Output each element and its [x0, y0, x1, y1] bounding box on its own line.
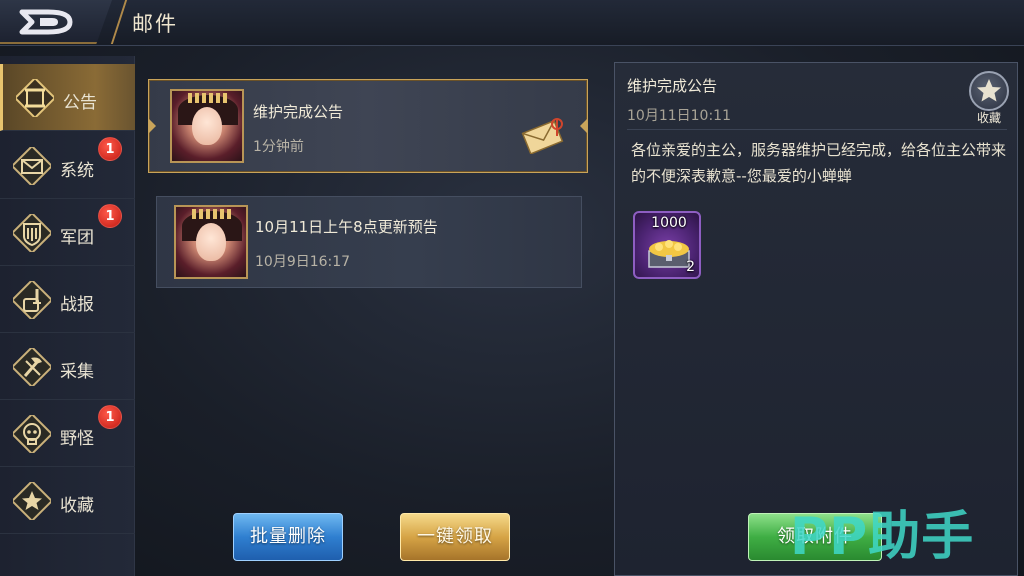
favorite-label: 收藏 [976, 111, 1001, 125]
skull-icon [13, 415, 51, 453]
batch-delete-button[interactable]: 批量删除 [233, 513, 343, 561]
notification-badge: 1 [98, 405, 122, 429]
sidebar-item-announcement[interactable]: 公告 [0, 64, 135, 131]
sidebar-item-monster[interactable]: 野怪 1 [0, 400, 135, 467]
sidebar-item-label: 采集 [60, 362, 94, 382]
mail-time: 10月9日16:17 [255, 254, 351, 270]
star-icon [13, 482, 51, 520]
top-bar: 邮件 [0, 0, 1024, 46]
sidebar-item-label: 公告 [63, 93, 97, 113]
reward-count: 2 [686, 259, 695, 275]
sidebar-item-legion[interactable]: 军团 1 [0, 199, 135, 266]
shield-icon [13, 214, 51, 252]
sender-avatar [174, 205, 248, 279]
reward-amount: 1000 [651, 215, 687, 231]
sidebar-item-battle-report[interactable]: 战报 [0, 266, 135, 333]
selection-marker-right [580, 118, 588, 134]
mail-item[interactable]: 10月11日上午8点更新预告 10月9日16:17 [156, 196, 582, 288]
favorite-button[interactable]: 收藏 [967, 71, 1011, 125]
page-title: 邮件 [132, 12, 178, 36]
mail-title: 10月11日上午8点更新预告 [255, 218, 438, 236]
favorite-star-icon [969, 71, 1009, 111]
sender-avatar [170, 89, 244, 163]
sidebar-item-favorites[interactable]: 收藏 [0, 467, 135, 534]
mail-time: 1分钟前 [253, 139, 304, 155]
sidebar-item-gather[interactable]: 采集 [0, 333, 135, 400]
mail-item-selected[interactable]: 维护完成公告 1分钟前 [148, 79, 588, 173]
sidebar-item-label: 军团 [60, 228, 94, 248]
watermark: PP助手 [790, 507, 975, 567]
sidebar-item-label: 野怪 [60, 429, 94, 449]
sidebar: 公告 系统 1 军团 1 战报 采集 野怪 1 收藏 [0, 56, 135, 576]
detail-title: 维护完成公告 [627, 77, 718, 95]
axe-hammer-icon [13, 348, 51, 386]
reward-item[interactable]: 1000 2 [633, 211, 701, 279]
sidebar-item-system[interactable]: 系统 1 [0, 132, 135, 199]
scroll-icon [16, 79, 54, 117]
notification-badge: 1 [98, 137, 122, 161]
divider [627, 129, 1007, 130]
claim-all-button[interactable]: 一键领取 [400, 513, 510, 561]
detail-body: 各位亲爱的主公，服务器维护已经完成，给各位主公带来的不便深表歉意--您最爱的小蝉… [631, 141, 1007, 185]
open-letter-icon [521, 118, 564, 154]
sidebar-item-label: 系统 [60, 161, 94, 181]
detail-date: 10月11日10:11 [627, 108, 731, 124]
back-arrow-icon [19, 9, 73, 35]
sword-hand-icon [13, 281, 51, 319]
envelope-icon [13, 147, 51, 185]
selection-marker-left [148, 118, 156, 134]
notification-badge: 1 [98, 204, 122, 228]
sidebar-item-label: 战报 [60, 295, 94, 315]
sidebar-item-label: 收藏 [60, 496, 94, 516]
mail-title: 维护完成公告 [253, 103, 344, 121]
